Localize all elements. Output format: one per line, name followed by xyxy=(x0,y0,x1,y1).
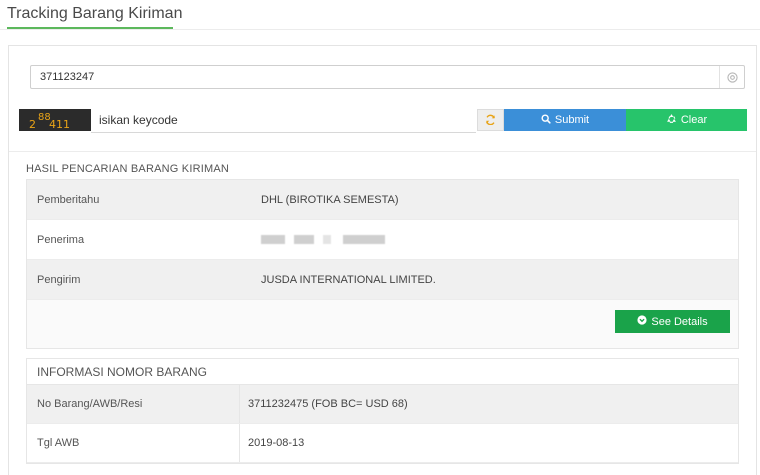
clear-button[interactable]: Clear xyxy=(626,109,747,131)
see-details-label: See Details xyxy=(651,315,708,328)
result-table: Pemberitahu DHL (BIROTIKA SEMESTA) Pener… xyxy=(26,179,739,349)
table-row: Penerima xyxy=(27,220,738,260)
table-row: Tgl AWB 2019-08-13 xyxy=(27,424,738,463)
chevron-circle-down-icon xyxy=(637,315,647,328)
submit-label: Submit xyxy=(554,114,590,126)
row-label: Tgl AWB xyxy=(27,424,240,462)
row-label: Pengirim xyxy=(37,273,81,286)
redaction-block xyxy=(323,235,331,245)
tracking-number-input[interactable] xyxy=(31,66,719,88)
see-details-button[interactable]: See Details xyxy=(615,310,730,333)
redaction-block xyxy=(261,235,285,245)
table-row: Pengirim JUSDA INTERNATIONAL LIMITED. xyxy=(27,260,738,300)
tracking-input-wrapper xyxy=(30,65,745,89)
redaction-block xyxy=(343,235,385,245)
redacted-recipient xyxy=(253,234,738,246)
submit-button[interactable]: Submit xyxy=(504,109,626,131)
svg-text:2: 2 xyxy=(29,118,36,131)
info-heading: INFORMASI NOMOR BARANG xyxy=(27,359,738,385)
section-divider xyxy=(9,151,756,152)
captcha-image: 2 88 411 xyxy=(19,109,91,131)
table-action-row: See Details xyxy=(27,300,738,348)
refresh-icon xyxy=(485,113,496,128)
keycode-input[interactable] xyxy=(91,107,476,133)
tracking-panel: 2 88 411 Submit Clear HASIL PENCARIAN BA… xyxy=(8,45,757,475)
page-title: Tracking Barang Kiriman xyxy=(7,5,182,29)
search-icon xyxy=(541,113,551,127)
table-row: No Barang/AWB/Resi 3711232475 (FOB BC= U… xyxy=(27,385,738,424)
page-header: Tracking Barang Kiriman xyxy=(0,0,760,30)
row-value: DHL (BIROTIKA SEMESTA) xyxy=(261,193,399,206)
clear-label: Clear xyxy=(680,114,708,126)
table-row: Pemberitahu DHL (BIROTIKA SEMESTA) xyxy=(27,180,738,220)
svg-text:411: 411 xyxy=(49,118,70,131)
row-value: 2019-08-13 xyxy=(248,437,305,449)
target-icon[interactable] xyxy=(719,66,744,88)
row-value: JUSDA INTERNATIONAL LIMITED. xyxy=(261,273,436,286)
refresh-captcha-button[interactable] xyxy=(477,109,504,131)
row-label: Penerima xyxy=(37,233,85,246)
row-label: Pemberitahu xyxy=(37,193,100,206)
row-label: No Barang/AWB/Resi xyxy=(27,385,240,423)
captcha-row: 2 88 411 Submit Clear xyxy=(19,107,747,135)
info-section: INFORMASI NOMOR BARANG No Barang/AWB/Res… xyxy=(26,358,739,464)
result-heading: HASIL PENCARIAN BARANG KIRIMAN xyxy=(26,163,230,175)
redaction-block xyxy=(294,235,314,245)
row-value: 3711232475 (FOB BC= USD 68) xyxy=(248,398,408,410)
recycle-icon xyxy=(666,113,677,127)
